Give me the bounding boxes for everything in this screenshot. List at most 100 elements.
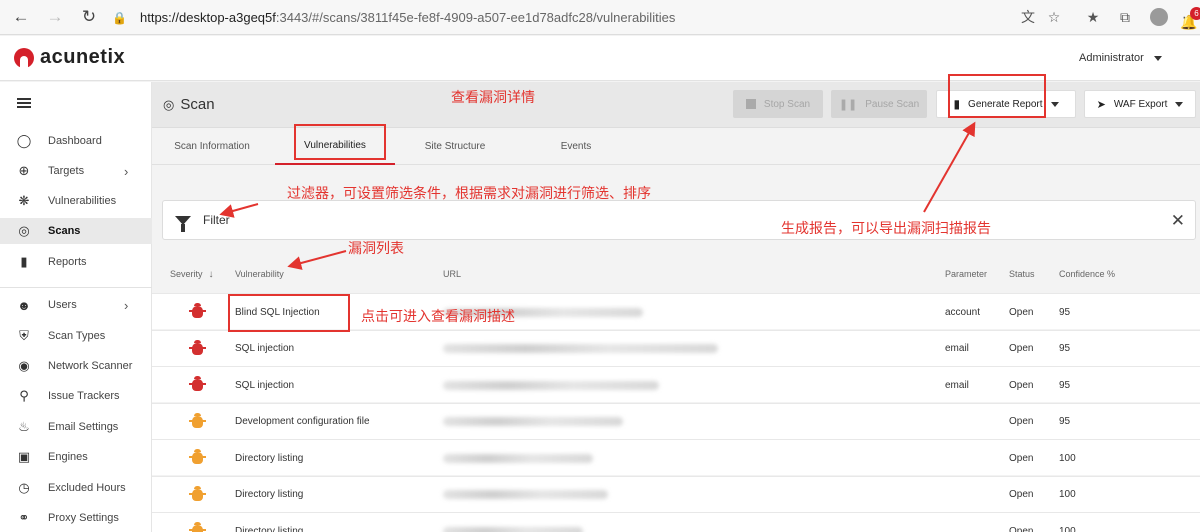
back-icon[interactable]: ← [4, 0, 38, 35]
status-cell: Open [1009, 416, 1034, 427]
severity-cell [189, 477, 206, 513]
header-status[interactable]: Status [1009, 256, 1035, 292]
network-icon: ◉ [18, 358, 30, 373]
annotation-box-generate-report [948, 74, 1046, 118]
chevron-down-icon [1153, 55, 1162, 61]
sidebar-item-label: Scan Types [48, 330, 106, 342]
acunetix-logo[interactable]: acunetix [14, 46, 125, 69]
sidebar-item-dashboard[interactable]: ◯ Dashboard [0, 128, 152, 154]
filter-bar[interactable]: Filter ✕ [162, 200, 1196, 240]
url-cell[interactable] [443, 477, 608, 513]
table-row[interactable]: Directory listing Open 100 [152, 475, 1200, 513]
url-cell[interactable] [443, 331, 718, 367]
pause-scan-button[interactable]: ❚❚ Pause Scan [831, 90, 927, 118]
header-severity[interactable]: Severity ↓ [170, 256, 214, 292]
user-menu[interactable]: Administrator [1079, 52, 1162, 64]
annotation-report-note: 生成报告，可以导出漏洞扫描报告 [781, 220, 991, 236]
translate-icon[interactable]: 文 [1019, 8, 1037, 26]
url-cell[interactable] [443, 404, 623, 440]
forward-icon[interactable]: → [38, 0, 72, 35]
sidebar-item-targets[interactable]: ⊕ Targets › [0, 158, 152, 184]
severity-cell [189, 513, 206, 532]
vulnerability-cell[interactable]: Development configuration file [235, 404, 370, 440]
status-cell: Open [1009, 379, 1034, 391]
table-row[interactable]: Development configuration file Open 95 [152, 402, 1200, 440]
confidence-cell: 100 [1059, 489, 1076, 500]
profile-avatar[interactable] [1150, 8, 1168, 26]
close-icon[interactable]: ✕ [1171, 211, 1185, 231]
sidebar-item-proxy-settings[interactable]: ⚭ Proxy Settings [0, 505, 152, 531]
tab-events[interactable]: Events [516, 128, 636, 165]
annotation-box-blind-sql [228, 294, 350, 332]
severity-cell [189, 404, 206, 440]
vulnerability-cell[interactable]: SQL injection [235, 367, 294, 403]
header-confidence[interactable]: Confidence % [1059, 256, 1115, 292]
sidebar-item-email-settings[interactable]: ♨ Email Settings [0, 414, 152, 440]
vulnerability-cell[interactable]: Directory listing [235, 477, 303, 513]
chip-icon: ▣ [17, 449, 31, 464]
logo-icon [14, 47, 34, 68]
sidebar-item-network-scanner[interactable]: ◉ Network Scanner [0, 353, 152, 379]
severity-cell [189, 367, 206, 403]
filter-label: Filter [203, 213, 230, 227]
sidebar-item-issue-trackers[interactable]: ⚲ Issue Trackers [0, 383, 152, 409]
address-bar[interactable]: 🔒 https://desktop-a3geq5f:3443/#/scans/3… [112, 5, 1082, 30]
chevron-right-icon: › [124, 297, 129, 313]
url-redacted [443, 380, 659, 390]
shield-icon: ⛨ [19, 328, 29, 343]
tab-scan-information[interactable]: Scan Information [152, 128, 272, 165]
chevron-down-icon [1050, 101, 1059, 107]
arrow-to-list [287, 250, 347, 270]
header-parameter[interactable]: Parameter [945, 256, 987, 292]
confidence-cell: 95 [1059, 343, 1071, 354]
sidebar-item-label: Network Scanner [48, 360, 133, 372]
tracker-icon: ⚲ [19, 388, 29, 403]
sidebar-item-scans[interactable]: ◎ Scans [0, 218, 152, 244]
status-cell: Open [1009, 343, 1034, 354]
hamburger-menu-icon[interactable] [17, 98, 31, 108]
collections-icon[interactable]: ⧉ [1116, 8, 1134, 26]
sidebar-item-excluded-hours[interactable]: ◷ Excluded Hours [0, 475, 152, 501]
url-cell[interactable] [443, 367, 659, 403]
url-host: https://desktop-a3geq5f [140, 10, 276, 25]
sidebar-item-scan-types[interactable]: ⛨ Scan Types [0, 323, 152, 349]
severity-bug-icon [189, 412, 206, 428]
vulnerability-cell[interactable]: Directory listing [235, 513, 303, 532]
severity-bug-icon [189, 485, 206, 501]
table-row[interactable]: Directory listing Open 100 [152, 512, 1200, 532]
export-icon: ➤ [1096, 98, 1106, 111]
confidence-cell: 95 [1059, 416, 1071, 427]
tab-site-structure[interactable]: Site Structure [395, 128, 515, 165]
vulnerability-cell[interactable]: SQL injection [235, 331, 294, 367]
waf-export-button[interactable]: ➤ WAF Export [1084, 90, 1196, 118]
vulnerability-cell[interactable]: Directory listing [235, 440, 303, 476]
sidebar-divider [0, 287, 152, 288]
annotation-view-details: 查看漏洞详情 [451, 89, 535, 105]
sidebar-item-label: Issue Trackers [48, 390, 120, 402]
table-row[interactable]: SQL injection email Open 95 [152, 366, 1200, 402]
radar-icon: ◎ [18, 223, 30, 238]
stop-scan-button[interactable]: Stop Scan [733, 90, 823, 118]
status-cell: Open [1009, 306, 1034, 318]
sidebar-item-label: Reports [48, 256, 87, 268]
sidebar-item-vulnerabilities[interactable]: ❋ Vulnerabilities [0, 188, 152, 214]
url-redacted [443, 344, 718, 353]
severity-bug-icon [189, 376, 206, 391]
favorites-icon[interactable]: ★ [1084, 8, 1102, 26]
status-cell: Open [1009, 525, 1034, 532]
confidence-cell: 100 [1059, 452, 1076, 464]
header-vulnerability[interactable]: Vulnerability [235, 256, 284, 292]
favorite-star-icon[interactable]: ☆ [1045, 8, 1063, 26]
header-url[interactable]: URL [443, 256, 461, 292]
sidebar-item-label: Scans [48, 225, 81, 237]
table-row[interactable]: Directory listing Open 100 [152, 439, 1200, 475]
sidebar-item-engines[interactable]: ▣ Engines [0, 444, 152, 470]
sidebar-item-label: Dashboard [48, 135, 102, 147]
parameter-cell: email [945, 379, 969, 391]
sidebar-item-users[interactable]: ☻ Users › [0, 292, 152, 318]
sidebar-item-reports[interactable]: ▮ Reports [0, 249, 152, 275]
table-row[interactable]: SQL injection email Open 95 [152, 329, 1200, 367]
url-cell[interactable] [443, 440, 593, 476]
url-cell[interactable] [443, 513, 583, 532]
refresh-icon[interactable]: ↻ [72, 0, 106, 35]
